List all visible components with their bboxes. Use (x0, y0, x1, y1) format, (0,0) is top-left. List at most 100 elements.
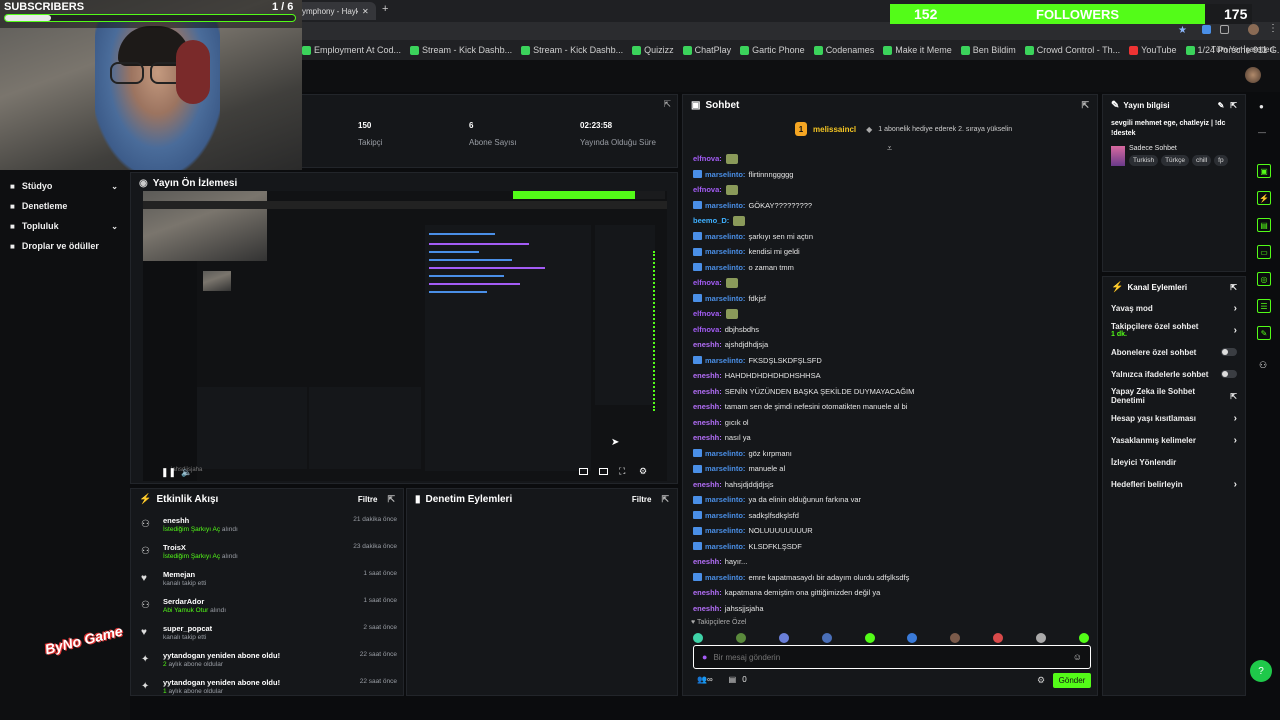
popout-icon[interactable]: ⇱ (1230, 283, 1237, 292)
pinned-gift-leader[interactable]: 1 melissaincl ◆ 1 abonelik hediye ederek… (795, 119, 1012, 139)
emote-icon[interactable] (864, 633, 875, 643)
chat-message[interactable]: marselinto: göz kırpmanı (693, 446, 1091, 462)
users-icon[interactable]: ⚇ (1259, 360, 1267, 371)
profile-icon[interactable] (1248, 24, 1259, 35)
sidebar-item[interactable]: ■ Droplar ve ödüller (0, 236, 130, 256)
chat-username[interactable]: elfnova: (693, 154, 722, 163)
chat-username[interactable]: elfnova: (693, 325, 722, 334)
pip-icon[interactable] (579, 468, 588, 475)
chat-message[interactable]: elfnova: dbjhsbdhs (693, 322, 1091, 338)
emote-icon[interactable] (1036, 633, 1046, 643)
bookmark-item[interactable]: Codenames (813, 45, 874, 55)
chat-message[interactable]: elfnova: (693, 182, 1091, 198)
chat-username[interactable]: marselinto: (705, 573, 745, 582)
chat-message[interactable]: eneshh: hayır... (693, 554, 1091, 570)
chat-username[interactable]: marselinto: (705, 232, 745, 241)
camera-icon[interactable]: ▣ (1257, 164, 1271, 178)
chat-username[interactable]: eneshh: (693, 557, 722, 566)
bookmark-item[interactable]: Make it Meme (883, 45, 952, 55)
new-tab-icon[interactable]: + (382, 3, 388, 15)
send-button[interactable]: Gönder (1053, 673, 1091, 688)
popout-icon[interactable]: ⇱ (387, 494, 395, 505)
emote-icon[interactable] (993, 633, 1004, 643)
bookmark-item[interactable]: Stream - Kick Dashb... (410, 45, 512, 55)
broadcast-icon[interactable]: ◎ (1257, 272, 1271, 286)
channel-action-item[interactable]: Hedefleri belirleyin › (1103, 473, 1245, 495)
chat-username[interactable]: eneshh: (693, 402, 722, 411)
chat-username[interactable]: elfnova: (693, 278, 722, 287)
bookmark-item[interactable]: YouTube (1129, 45, 1177, 55)
activity-item[interactable]: ♥ Memejan 1 saat önce kanalı takip etti (131, 567, 403, 594)
pause-icon[interactable]: ❚❚ (161, 467, 176, 478)
activity-item[interactable]: ✦ yytandogan yeniden abone oldu! 22 saat ö… (131, 675, 403, 702)
chat-username[interactable]: marselinto: (705, 511, 745, 520)
chat-username[interactable]: marselinto: (705, 294, 745, 303)
wrench-icon[interactable]: ✎ (1257, 326, 1271, 340)
chat-message[interactable]: marselinto: manuele al (693, 461, 1091, 477)
sidebar-item[interactable]: ■ Stüdyo ⌄ (0, 176, 130, 196)
popout-icon[interactable]: ⇱ (1230, 101, 1237, 110)
channel-action-item[interactable]: Yalnızca ifadelerle sohbet (1103, 363, 1245, 385)
emote-icon[interactable] (821, 633, 832, 643)
chat-input[interactable] (713, 652, 1073, 662)
tag-chip[interactable]: chill (1191, 155, 1212, 166)
chat-username[interactable]: elfnova: (693, 185, 722, 194)
volume-icon[interactable]: 🔈 (181, 467, 192, 478)
emote-icon[interactable] (735, 633, 746, 643)
popout-icon[interactable]: ⇱ (661, 494, 669, 505)
avatar[interactable] (1245, 67, 1261, 83)
chat-username[interactable]: eneshh: (693, 371, 722, 380)
channel-action-item[interactable]: Takipçilere özel sohbet 1 dk. › (1103, 319, 1245, 341)
emote-icon[interactable] (778, 633, 789, 643)
chat-message[interactable]: eneshh: gıcık ol (693, 415, 1091, 431)
toggle-switch[interactable] (1221, 348, 1237, 356)
activity-item[interactable]: ⚇ eneshh 21 dakika önce İstediğim Şarkıyı A… (131, 513, 403, 540)
bookmark-item[interactable]: Ben Bildim (960, 45, 1016, 55)
close-icon[interactable]: ✕ (362, 7, 369, 16)
chat-message[interactable]: marselinto: flirtinnnggggg (693, 167, 1091, 183)
activity-filter-button[interactable]: Filtre (358, 495, 378, 504)
activity-item[interactable]: ⚇ SerdarAdor 1 saat önce Abi Yamuk Otur alı… (131, 594, 403, 621)
emote-icon[interactable] (907, 633, 918, 643)
chat-username[interactable]: marselinto: (705, 247, 745, 256)
chat-username[interactable]: marselinto: (705, 526, 745, 535)
chat-username[interactable]: marselinto: (705, 542, 745, 551)
chat-message[interactable]: eneshh: tamam sen de şimdi nefesini otoma… (693, 399, 1091, 415)
bookmark-item[interactable]: ChatPlay (682, 45, 731, 55)
chat-username[interactable]: eneshh: (693, 387, 722, 396)
chat-message[interactable]: marselinto: ya da elinin olduğunun farkın… (693, 492, 1091, 508)
emoji-icon[interactable]: ☺ (1073, 652, 1082, 662)
chat-input-box[interactable]: ● ☺ (693, 645, 1091, 669)
moderation-filter-button[interactable]: Filtre (632, 495, 652, 504)
chat-username[interactable]: marselinto: (705, 464, 745, 473)
emote-icon[interactable] (693, 633, 703, 643)
chat-username[interactable]: eneshh: (693, 418, 722, 427)
bookmark-item[interactable]: Gartic Phone (740, 45, 805, 55)
chat-message[interactable]: marselinto: fdkjsf (693, 291, 1091, 307)
preview-video[interactable]: jahsdjjsjaha ❚❚ 🔈 ⛶ ⚙ ➤ (143, 191, 667, 481)
sidebar-item[interactable]: ■ Denetleme (0, 196, 130, 216)
chat-username[interactable]: marselinto: (705, 356, 745, 365)
chat-message[interactable]: eneshh: ajshdjdhdjsja (693, 337, 1091, 353)
chat-username[interactable]: eneshh: (693, 340, 722, 349)
chat-message[interactable]: marselinto: şarkıyı sen mi açtın (693, 229, 1091, 245)
theater-icon[interactable] (599, 468, 608, 475)
bookmark-item[interactable]: Stream - Kick Dashb... (521, 45, 623, 55)
chat-message[interactable]: eneshh: kapatmana demiştim ona gittiğimiz… (693, 585, 1091, 601)
extension-icon[interactable] (1220, 25, 1229, 34)
chat-message[interactable]: beemo_D: (693, 213, 1091, 229)
chat-username[interactable]: marselinto: (705, 449, 745, 458)
doc-icon[interactable]: ▤ (1257, 218, 1271, 232)
extension-icon[interactable] (1202, 25, 1211, 34)
chat-message[interactable]: eneshh: jahssjjsjaha (693, 601, 1091, 617)
tag-chip[interactable]: Turkish (1129, 155, 1159, 166)
users-icon[interactable]: 👥∞ (697, 675, 713, 684)
chat-message[interactable]: marselinto: GÖKAY????????? (693, 198, 1091, 214)
chat-username[interactable]: eneshh: (693, 433, 722, 442)
help-button[interactable]: ? (1250, 660, 1272, 682)
chat-message[interactable]: elfnova: (693, 151, 1091, 167)
emote-icon[interactable] (950, 633, 961, 643)
fullscreen-icon[interactable]: ⛶ (619, 466, 625, 477)
channel-action-item[interactable]: Yasaklanmış kelimeler › (1103, 429, 1245, 451)
browser-tab[interactable]: ymphony - Hayko Ce ✕ (296, 2, 376, 20)
